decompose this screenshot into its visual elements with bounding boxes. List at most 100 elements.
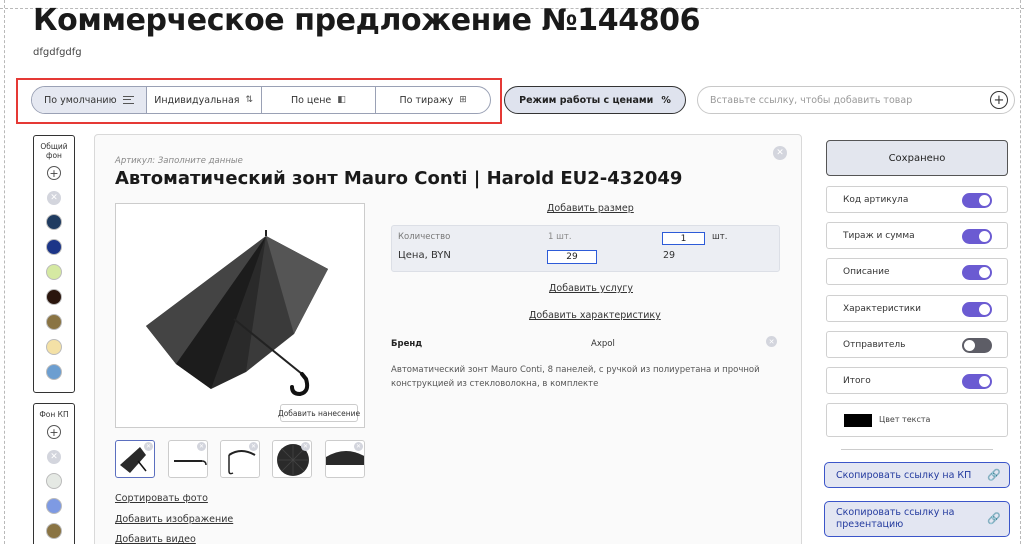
copy-kp-link-label: Скопировать ссылку на КП [836,469,972,481]
copy-presentation-link-label: Скопировать ссылку на презентацию [836,507,955,530]
toggle-label: Отправитель [843,339,906,350]
quantity-price-table: Количество 1 шт. шт. Цена, BYN 29 [391,225,780,272]
background-color-swatch[interactable] [46,364,62,380]
toggle-row-features: Характеристики [826,295,1008,322]
remove-thumbnail-close-icon[interactable]: ✕ [144,442,153,451]
brand-label: Бренд [391,339,423,349]
add-service-link[interactable]: Добавить услугу [549,283,633,294]
thumbnail-2[interactable]: ✕ [168,440,208,478]
price-mode-button[interactable]: Режим работы с ценами % [504,86,686,114]
background-color-swatch[interactable] [46,289,62,305]
price-input[interactable] [547,250,597,264]
background-color-swatch[interactable] [46,498,62,514]
text-color-picker[interactable]: Цвет текста [826,403,1008,437]
sort-photos-link[interactable]: Сортировать фото [115,493,208,504]
clear-background-close-icon[interactable]: ✕ [47,191,61,205]
sort-icon: ⇅ [245,95,254,105]
toggle-row-quantity-sum: Тираж и сумма [826,222,1008,249]
sort-tab-label: По цене [290,94,332,106]
quantity-suffix: шт. [712,232,728,242]
price-tag-icon: ◧ [337,95,346,105]
total-toggle[interactable] [962,374,992,389]
sort-tab-quantity[interactable]: По тиражу ⊞ [376,87,490,113]
menu-icon [122,96,134,104]
background-color-swatch[interactable] [46,473,62,489]
sort-tab-price[interactable]: По цене ◧ [262,87,377,113]
quantity-unit: 1 шт. [548,232,572,242]
price-total: 29 [663,250,676,261]
clear-kp-background-close-icon[interactable]: ✕ [47,450,61,464]
toggle-label: Итого [843,375,871,386]
product-title: Автоматический зонт Mauro Conti | Harold… [115,168,683,189]
sort-tabs: По умолчанию Индивидуальная ⇅ По цене ◧ … [31,86,491,114]
kp-background-panel: Фон КП + ✕ [33,403,75,544]
common-background-panel: Общий фон + ✕ [33,135,75,393]
product-description[interactable]: Автоматический зонт Mauro Conti, 8 панел… [391,363,781,391]
article-placeholder: Заполните данные [157,156,243,166]
background-color-swatch[interactable] [46,239,62,255]
article-label: Артикул: [115,156,156,166]
text-color-swatch[interactable] [844,414,872,427]
background-color-swatch[interactable] [46,264,62,280]
page-border-left [4,0,5,544]
quantity-label: Количество [398,232,451,242]
toggle-label: Код артикула [843,194,909,205]
page-border-right [1020,0,1021,544]
add-product-plus-icon[interactable]: + [990,91,1008,109]
kp-swatches [46,464,62,539]
toggle-label: Тираж и сумма [843,230,915,241]
sender-toggle[interactable] [962,338,992,353]
thumbnail-5[interactable]: ✕ [325,440,365,478]
remove-thumbnail-close-icon[interactable]: ✕ [354,442,363,451]
toggle-row-total: Итого [826,367,1008,394]
percent-icon: % [661,94,671,106]
background-color-swatch[interactable] [46,214,62,230]
toggle-label: Характеристики [843,303,922,314]
product-photo [115,203,365,428]
umbrella-image [146,230,328,397]
quantity-sum-toggle[interactable] [962,229,992,244]
add-kp-background-plus-icon[interactable]: + [47,425,61,439]
add-image-link[interactable]: Добавить изображение [115,514,233,525]
quantity-input[interactable] [662,232,705,245]
toggle-row-sender: Отправитель [826,331,1008,358]
link-icon: 🔗 [987,512,1001,525]
background-color-swatch[interactable] [46,339,62,355]
add-feature-link[interactable]: Добавить характеристику [529,310,661,321]
background-color-swatch[interactable] [46,314,62,330]
page: Коммерческое предложение №144806 dfgdfgd… [0,0,1024,544]
link-icon: 🔗 [987,468,1001,482]
sort-tab-individual[interactable]: Индивидуальная ⇅ [147,87,262,113]
common-background-label: Общий фон [40,142,68,160]
article-field[interactable]: Артикул: Заполните данные [115,156,243,166]
remove-thumbnail-close-icon[interactable]: ✕ [249,442,258,451]
sort-tab-label: Индивидуальная [154,94,240,106]
toggle-label: Описание [843,266,890,277]
copy-presentation-link-button[interactable]: Скопировать ссылку на презентацию 🔗 [824,501,1010,537]
remove-brand-close-icon[interactable]: ✕ [766,336,777,347]
sort-tab-default[interactable]: По умолчанию [32,87,147,113]
common-swatches [46,205,62,380]
remove-product-close-icon[interactable]: ✕ [773,146,787,160]
description-toggle[interactable] [962,265,992,280]
toggle-row-description: Описание [826,258,1008,285]
add-size-link[interactable]: Добавить размер [547,203,634,214]
thumbnail-3[interactable]: ✕ [220,440,260,478]
add-video-link[interactable]: Добавить видео [115,534,196,544]
article-code-toggle[interactable] [962,193,992,208]
product-link-input[interactable] [697,86,1015,114]
background-color-swatch[interactable] [46,523,62,539]
remove-thumbnail-close-icon[interactable]: ✕ [301,442,310,451]
copy-kp-link-button[interactable]: Скопировать ссылку на КП 🔗 [824,462,1010,488]
brand-value: Axpol [591,339,615,349]
sort-tab-label: По умолчанию [44,94,117,106]
save-button[interactable]: Сохранено [826,140,1008,176]
settings-divider [841,449,993,450]
thumbnail-4[interactable]: ✕ [272,440,312,478]
features-toggle[interactable] [962,302,992,317]
kp-background-label: Фон КП [39,410,69,419]
add-branding-button[interactable]: Добавить нанесение [278,404,360,422]
add-background-plus-icon[interactable]: + [47,166,61,180]
remove-thumbnail-close-icon[interactable]: ✕ [197,442,206,451]
thumbnail-1[interactable]: ✕ [115,440,155,478]
